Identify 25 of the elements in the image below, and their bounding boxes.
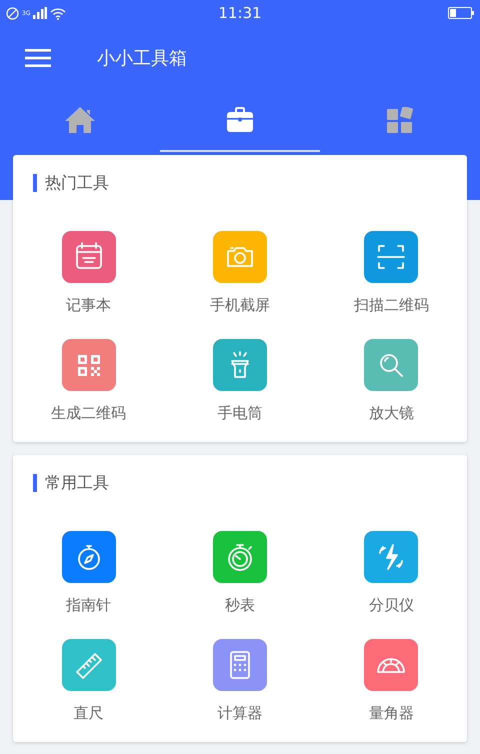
section-title: 热门工具: [45, 172, 109, 194]
menu-icon: [25, 49, 51, 67]
status-time: 11:31: [218, 4, 262, 22]
tool-item[interactable]: 放大镜: [316, 339, 467, 423]
battery-icon: [448, 7, 474, 19]
app-title: 小小工具箱: [97, 47, 187, 70]
tool-item[interactable]: 扫描二维码: [316, 231, 467, 315]
tool-item[interactable]: 计算器: [164, 639, 316, 723]
tool-item[interactable]: 分贝仪: [316, 531, 467, 615]
grid-icon: [387, 106, 413, 132]
section-title: 常用工具: [45, 472, 109, 494]
tool-item[interactable]: 量角器: [316, 639, 467, 723]
tool-item[interactable]: 秒表: [164, 531, 316, 615]
tool-item[interactable]: 生成二维码: [13, 339, 164, 423]
tool-item[interactable]: 手电筒: [164, 339, 316, 423]
home-icon: [64, 106, 96, 134]
tool-item[interactable]: 记事本: [13, 231, 164, 315]
tool-item[interactable]: 直尺: [13, 639, 164, 723]
no-disturb-icon: [6, 6, 19, 20]
briefcase-icon: [226, 107, 254, 133]
wifi-icon: [50, 6, 66, 20]
tool-item[interactable]: 指南针: [13, 531, 164, 615]
menu-button[interactable]: [25, 49, 51, 67]
signal-icon: [33, 7, 48, 19]
tool-item[interactable]: 手机截屏: [164, 231, 316, 315]
